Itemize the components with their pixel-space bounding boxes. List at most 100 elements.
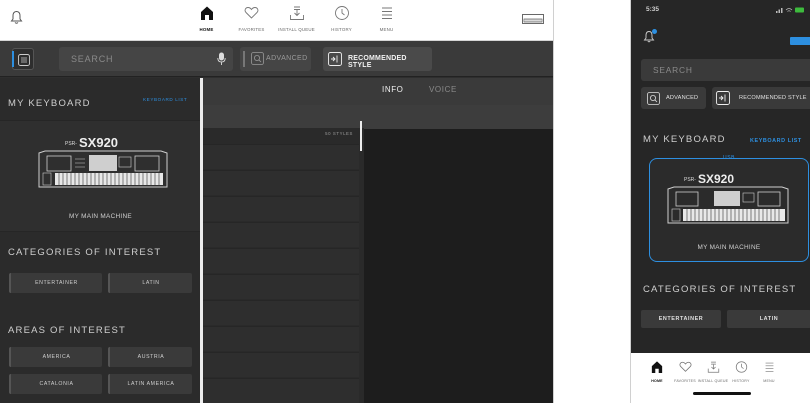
list-item[interactable] bbox=[203, 352, 359, 377]
chip-label: ENTERTAINER bbox=[35, 280, 78, 286]
area-chip-catalonia[interactable]: CATALONIA bbox=[9, 374, 102, 394]
list-item[interactable] bbox=[203, 326, 359, 351]
advanced-search-icon bbox=[647, 92, 660, 105]
detail-panel: INFO VOICE bbox=[364, 78, 553, 403]
category-chip-latin[interactable]: LATIN bbox=[108, 273, 192, 293]
bottom-tab-bar: HOME FAVORITES INSTALL QUEUE HISTORY MEN… bbox=[631, 353, 810, 403]
style-list-scrollbar[interactable] bbox=[360, 121, 362, 151]
nav-history[interactable]: HISTORY bbox=[319, 5, 364, 32]
detail-subheader bbox=[364, 105, 553, 129]
menu-icon bbox=[381, 7, 392, 19]
recommended-style-button[interactable]: RECOMMENDED STYLE bbox=[323, 47, 432, 71]
advanced-label: ADVANCED bbox=[266, 55, 308, 62]
area-chip-america[interactable]: AMERICA bbox=[9, 347, 102, 367]
nav-menu[interactable]: MENU bbox=[364, 5, 409, 32]
list-item[interactable] bbox=[203, 170, 359, 195]
left-sidebar: MY KEYBOARD KEYBOARD LIST PSR- SX920 MY … bbox=[0, 78, 201, 403]
search-placeholder: SEARCH bbox=[653, 65, 693, 75]
nav-label: HISTORY bbox=[732, 379, 750, 383]
model-name: SX920 bbox=[698, 172, 734, 186]
categories-title: CATEGORIES OF INTEREST bbox=[643, 284, 797, 295]
model-name: SX920 bbox=[79, 135, 118, 150]
list-item[interactable] bbox=[203, 196, 359, 221]
category-chip-entertainer[interactable]: ENTERTAINER bbox=[9, 273, 102, 293]
nav-label: INSTALL QUEUE bbox=[278, 27, 315, 32]
list-item[interactable] bbox=[203, 300, 359, 325]
nav-favorites[interactable]: FAVORITES bbox=[229, 5, 274, 32]
divider bbox=[243, 51, 245, 67]
main-nav: HOME FAVORITES INSTALL QUEUE HISTORY MEN… bbox=[643, 359, 783, 383]
category-chip-entertainer[interactable]: ENTERTAINER bbox=[641, 310, 721, 328]
keyboard-card[interactable]: PSR- SX920 MY MAIN MACHINE bbox=[0, 120, 201, 232]
areas-title: AREAS OF INTEREST bbox=[8, 325, 127, 336]
nav-label: HOME bbox=[651, 379, 663, 383]
recommended-style-button[interactable]: RECOMMENDED STYLE bbox=[712, 87, 810, 109]
advanced-search-icon bbox=[251, 52, 264, 65]
nav-label: INSTALL QUEUE bbox=[697, 379, 729, 383]
detail-tabs: INFO VOICE bbox=[364, 78, 553, 105]
notification-bell-icon[interactable] bbox=[10, 10, 23, 25]
machine-name: MY MAIN MACHINE bbox=[697, 244, 761, 251]
style-list-header bbox=[203, 78, 364, 105]
usb-line bbox=[739, 158, 761, 159]
keyboard-list-link[interactable]: KEYBOARD LIST bbox=[143, 97, 187, 102]
nav-install-queue[interactable]: INSTALL QUEUE bbox=[697, 359, 729, 383]
recommended-style-icon bbox=[328, 52, 342, 66]
main-nav: HOME FAVORITES INSTALL QUEUE HISTORY MEN… bbox=[184, 5, 409, 32]
search-input[interactable]: SEARCH bbox=[59, 47, 233, 71]
nav-label: FAVORITES bbox=[238, 27, 265, 32]
chip-label: AMERICA bbox=[42, 354, 71, 360]
search-placeholder: SEARCH bbox=[71, 54, 114, 64]
microphone-icon[interactable] bbox=[217, 52, 226, 66]
heart-icon bbox=[244, 7, 259, 19]
chip-label: ENTERTAINER bbox=[658, 316, 704, 322]
list-view-button[interactable] bbox=[12, 48, 34, 70]
keyboard-status-icon[interactable] bbox=[522, 14, 544, 24]
list-item[interactable] bbox=[203, 222, 359, 247]
history-icon bbox=[735, 361, 747, 373]
area-chip-austria[interactable]: AUSTRIA bbox=[108, 347, 192, 367]
nav-install-queue[interactable]: INSTALL QUEUE bbox=[274, 5, 319, 32]
tab-info[interactable]: INFO bbox=[382, 85, 404, 94]
nav-label: HISTORY bbox=[331, 27, 352, 32]
tab-voice[interactable]: VOICE bbox=[429, 85, 457, 94]
keyboard-card[interactable]: PSR- SX920 MY MAIN MACHINE bbox=[649, 158, 809, 262]
phone-screen: 5:35 SEARCH ADVANCED RECOMMENDED STYLE M… bbox=[630, 0, 810, 403]
menu-icon bbox=[765, 362, 773, 372]
search-input[interactable]: SEARCH bbox=[641, 59, 810, 81]
area-chip-latin-america[interactable]: LATIN AMERICA bbox=[108, 374, 192, 394]
nav-home[interactable]: HOME bbox=[184, 5, 229, 32]
nav-label: FAVORITES bbox=[674, 379, 696, 383]
list-item[interactable] bbox=[203, 378, 359, 403]
status-icons bbox=[776, 7, 804, 13]
list-item[interactable] bbox=[203, 144, 359, 169]
keyboard-list-link[interactable]: KEYBOARD LIST bbox=[750, 138, 802, 144]
list-item[interactable] bbox=[203, 274, 359, 299]
advanced-search-button[interactable]: ADVANCED bbox=[240, 47, 311, 71]
usb-label: USB bbox=[723, 155, 736, 161]
machine-name: MY MAIN MACHINE bbox=[69, 213, 132, 220]
categories-title: CATEGORIES OF INTEREST bbox=[8, 247, 162, 258]
tablet-screen: HOME FAVORITES INSTALL QUEUE HISTORY MEN… bbox=[0, 0, 554, 403]
recommended-style-icon bbox=[716, 91, 730, 105]
category-chip-latin[interactable]: LATIN bbox=[727, 310, 810, 328]
model-prefix: PSR- bbox=[684, 177, 696, 183]
keyboard-status-icon[interactable] bbox=[790, 37, 810, 45]
home-indicator[interactable] bbox=[693, 392, 751, 395]
history-icon bbox=[334, 6, 349, 20]
nav-menu[interactable]: MENU bbox=[755, 359, 783, 383]
top-navigation-bar: HOME FAVORITES INSTALL QUEUE HISTORY MEN… bbox=[0, 0, 553, 41]
chip-label: AUSTRIA bbox=[137, 354, 165, 360]
recommended-label: RECOMMENDED STYLE bbox=[739, 95, 807, 101]
nav-favorites[interactable]: FAVORITES bbox=[671, 359, 699, 383]
nav-home[interactable]: HOME bbox=[643, 359, 671, 383]
style-list-subheader bbox=[203, 105, 364, 129]
heart-icon bbox=[679, 361, 691, 372]
model-prefix: PSR- bbox=[65, 141, 77, 147]
advanced-search-button[interactable]: ADVANCED bbox=[641, 87, 706, 109]
recommended-label: RECOMMENDED STYLE bbox=[348, 55, 407, 69]
my-keyboard-title: MY KEYBOARD bbox=[8, 98, 91, 109]
nav-history[interactable]: HISTORY bbox=[727, 359, 755, 383]
list-item[interactable] bbox=[203, 248, 359, 273]
nav-label: HOME bbox=[199, 27, 214, 32]
